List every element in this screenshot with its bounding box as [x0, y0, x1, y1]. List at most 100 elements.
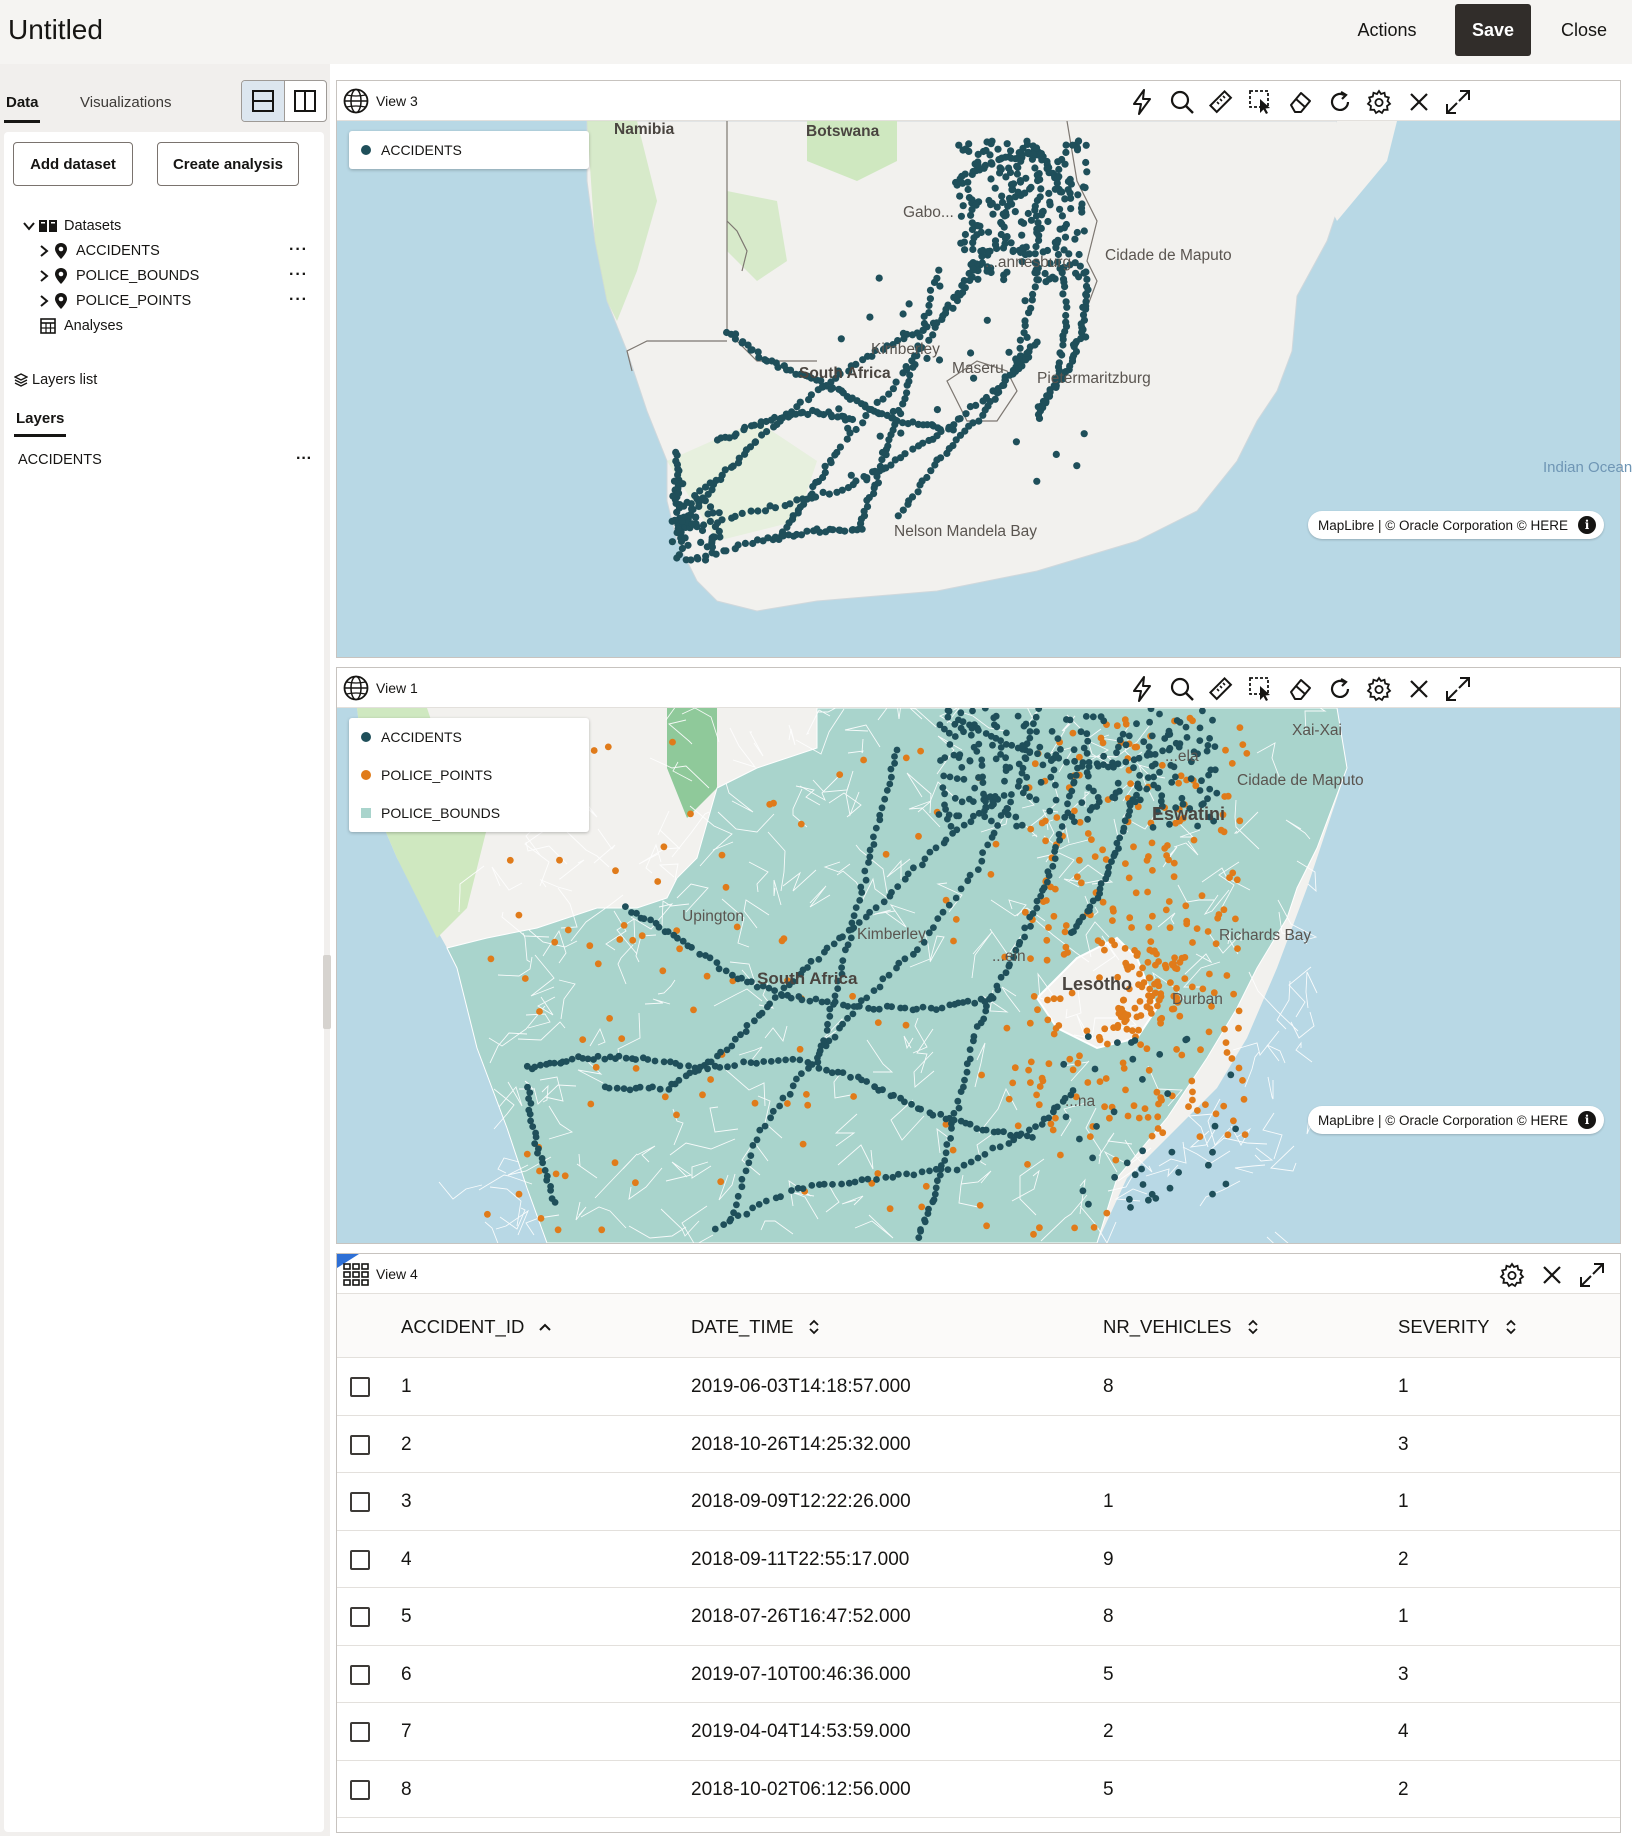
layer-item-accidents[interactable]: ACCIDENTS — [18, 452, 102, 468]
select-region-icon[interactable] — [1246, 674, 1276, 704]
accident-point — [847, 471, 855, 479]
table-header: ACCIDENT_ID DATE_TIME NR_VEHICLES SEVERI… — [337, 1294, 1620, 1358]
police-point — [1114, 1024, 1121, 1031]
stacked-layout-button[interactable] — [242, 81, 285, 121]
expand-icon[interactable] — [1443, 87, 1473, 117]
table-row[interactable]: 5 2018-07-26T16:47:52.000 8 1 — [337, 1588, 1620, 1646]
tab-data[interactable]: Data — [6, 94, 39, 111]
accident-point — [926, 1167, 933, 1175]
column-header-severity[interactable]: SEVERITY — [1398, 1316, 1518, 1338]
table-row[interactable]: 2 2018-10-26T14:25:32.000 3 — [337, 1416, 1620, 1473]
more-options-icon[interactable]: ··· — [289, 266, 308, 284]
table-row[interactable]: 3 2018-09-09T12:22:26.000 1 1 — [337, 1473, 1620, 1531]
datasets-node[interactable]: Datasets — [22, 214, 121, 238]
accident-point — [1005, 348, 1013, 356]
column-header-date-time[interactable]: DATE_TIME — [691, 1316, 821, 1338]
add-dataset-button[interactable]: Add dataset — [13, 142, 133, 186]
close-icon[interactable] — [1404, 674, 1434, 704]
layers-icon — [14, 373, 28, 387]
analyses-node[interactable]: Analyses — [40, 314, 123, 338]
actions-button[interactable]: Actions — [1342, 4, 1432, 56]
more-options-icon[interactable]: ··· — [296, 450, 312, 468]
close-icon[interactable] — [1537, 1260, 1567, 1290]
row-checkbox[interactable] — [350, 1549, 370, 1570]
book-icon — [39, 220, 57, 232]
legend-item-accidents[interactable]: ACCIDENTS — [349, 718, 589, 756]
accident-point — [1060, 1060, 1068, 1068]
accident-point — [688, 944, 695, 951]
accident-point — [993, 244, 1001, 253]
side-by-side-layout-icon — [294, 90, 317, 112]
accident-point — [1067, 205, 1075, 213]
police-point — [874, 1019, 882, 1026]
accident-point — [848, 926, 856, 933]
table-row[interactable]: 8 2018-10-02T06:12:56.000 5 2 — [337, 1761, 1620, 1818]
legend-item-police-bounds[interactable]: POLICE_BOUNDS — [349, 794, 589, 832]
measure-ruler-icon[interactable] — [1206, 674, 1236, 704]
eraser-icon[interactable] — [1285, 674, 1315, 704]
side-by-side-layout-button[interactable] — [285, 81, 327, 121]
settings-gear-icon[interactable] — [1364, 674, 1394, 704]
dataset-item-police-bounds[interactable]: POLICE_BOUNDS ··· — [38, 264, 318, 288]
select-region-icon[interactable] — [1246, 87, 1276, 117]
accident-point — [998, 192, 1006, 200]
accident-point — [991, 793, 999, 800]
zoom-icon[interactable] — [1167, 674, 1197, 704]
row-checkbox[interactable] — [350, 1434, 370, 1455]
accident-point — [720, 1221, 728, 1228]
row-checkbox[interactable] — [350, 1779, 370, 1800]
legend-item-police-points[interactable]: POLICE_POINTS — [349, 756, 589, 794]
eraser-icon[interactable] — [1285, 87, 1315, 117]
expand-icon[interactable] — [1443, 674, 1473, 704]
map-canvas[interactable]: ACCIDENTS Namibia Botswana Gabo... ...an… — [337, 121, 1632, 657]
accident-point — [845, 1179, 853, 1187]
accident-point — [1131, 1171, 1139, 1179]
accident-point — [997, 744, 1005, 751]
row-checkbox[interactable] — [350, 1377, 370, 1397]
row-checkbox[interactable] — [350, 1664, 370, 1685]
more-options-icon[interactable]: ··· — [289, 291, 308, 309]
accident-point — [748, 978, 755, 986]
police-point — [1091, 853, 1099, 860]
table-row[interactable]: 6 2019-07-10T00:46:36.000 5 3 — [337, 1646, 1620, 1703]
map-canvas[interactable]: ACCIDENTS POLICE_POINTS POLICE_BOUNDS Xa… — [337, 708, 1620, 1243]
police-point — [1162, 906, 1170, 914]
police-point — [659, 967, 667, 975]
dataset-item-police-points[interactable]: POLICE_POINTS ··· — [38, 289, 318, 313]
legend-item-accidents[interactable]: ACCIDENTS — [349, 131, 589, 169]
expand-icon[interactable] — [1577, 1260, 1607, 1290]
close-button[interactable]: Close — [1548, 4, 1620, 56]
save-button[interactable]: Save — [1455, 4, 1531, 56]
column-header-nr-vehicles[interactable]: NR_VEHICLES — [1103, 1316, 1260, 1338]
column-header-accident-id[interactable]: ACCIDENT_ID — [401, 1316, 552, 1338]
settings-gear-icon[interactable] — [1364, 87, 1394, 117]
row-checkbox[interactable] — [350, 1607, 370, 1627]
panel-splitter[interactable] — [323, 955, 331, 1029]
tab-layers[interactable]: Layers — [16, 410, 64, 427]
close-icon[interactable] — [1404, 87, 1434, 117]
zoom-icon[interactable] — [1167, 87, 1197, 117]
police-point — [1074, 873, 1081, 881]
row-checkbox[interactable] — [350, 1492, 370, 1512]
table-row[interactable]: 1 2019-06-03T14:18:57.000 8 1 — [337, 1358, 1620, 1416]
accident-point — [668, 517, 676, 525]
row-checkbox[interactable] — [350, 1722, 370, 1742]
police-point — [1132, 889, 1140, 897]
lightning-icon[interactable] — [1127, 674, 1157, 704]
settings-gear-icon[interactable] — [1497, 1260, 1527, 1290]
table-row[interactable]: 7 2019-04-04T14:53:59.000 2 4 — [337, 1703, 1620, 1761]
table-row[interactable]: 4 2018-09-11T22:55:17.000 9 2 — [337, 1531, 1620, 1588]
accident-point — [1168, 1148, 1176, 1156]
police-point — [1042, 837, 1049, 845]
more-options-icon[interactable]: ··· — [289, 241, 308, 259]
lightning-icon[interactable] — [1127, 87, 1157, 117]
cell-severity: 2 — [1398, 1778, 1409, 1800]
info-icon[interactable]: i — [1578, 516, 1596, 534]
create-analysis-button[interactable]: Create analysis — [157, 142, 299, 186]
tab-visualizations[interactable]: Visualizations — [80, 94, 171, 111]
measure-ruler-icon[interactable] — [1206, 87, 1236, 117]
refresh-icon[interactable] — [1325, 674, 1355, 704]
refresh-icon[interactable] — [1325, 87, 1355, 117]
info-icon[interactable]: i — [1578, 1111, 1596, 1129]
dataset-item-accidents[interactable]: ACCIDENTS ··· — [38, 239, 318, 263]
